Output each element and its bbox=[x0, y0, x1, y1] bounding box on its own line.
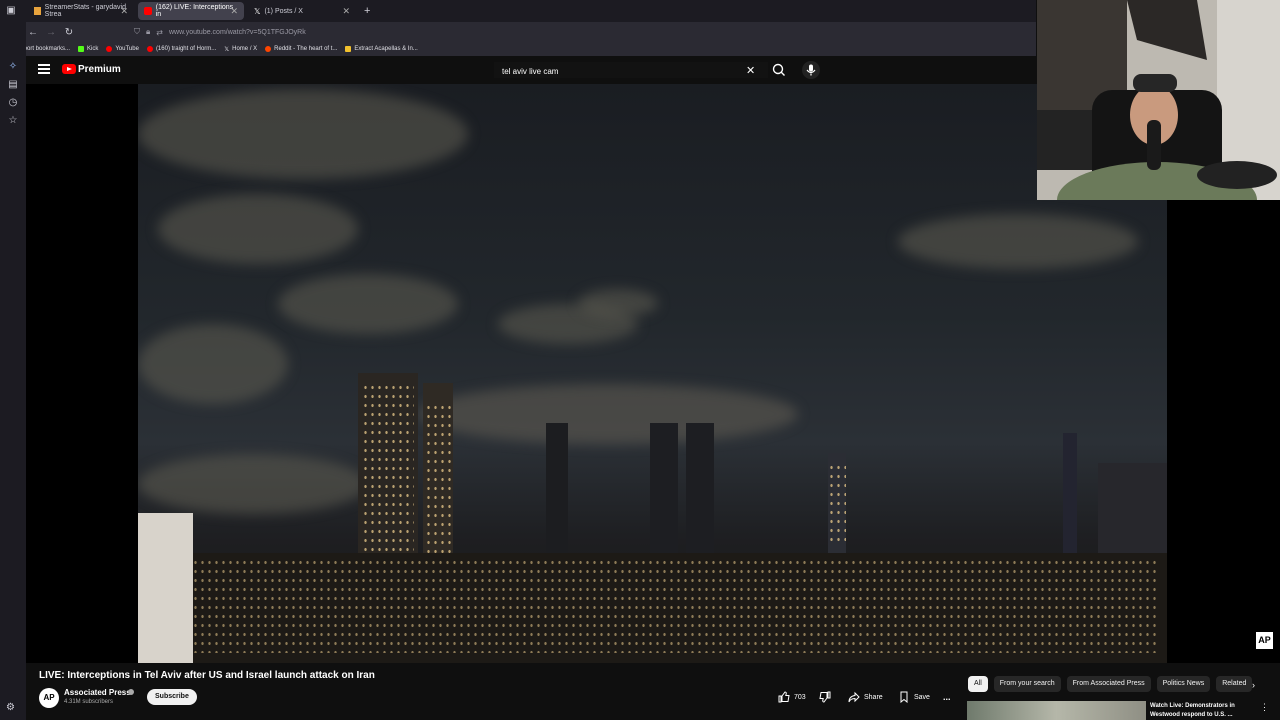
bookmark-label: Home / X bbox=[232, 46, 258, 52]
share-label: Share bbox=[864, 693, 883, 701]
bar-chart-icon bbox=[34, 7, 41, 15]
x-logo-icon: 𝕏 bbox=[224, 46, 230, 53]
search-button[interactable] bbox=[770, 61, 788, 79]
like-button[interactable]: 703 bbox=[778, 689, 806, 705]
browser-tab-bar: ▣ StreamerStats - garydavid Strea ✕ (162… bbox=[0, 0, 1036, 22]
ap-watermark-logo: AP bbox=[1256, 632, 1273, 649]
bookmark-youtube[interactable]: YouTube bbox=[106, 46, 139, 52]
channel-avatar[interactable]: AP bbox=[39, 688, 59, 708]
video-title: LIVE: Interceptions in Tel Aviv after US… bbox=[39, 670, 375, 681]
bookmark-kick[interactable]: Kick bbox=[78, 46, 98, 52]
youtube-icon bbox=[144, 7, 152, 15]
tab-label: StreamerStats - garydavid Strea bbox=[44, 4, 126, 18]
x-logo-icon: 𝕏 bbox=[254, 7, 261, 16]
bookmarks-bar: Import bookmarks... Kick YouTube (160) t… bbox=[0, 42, 1036, 56]
save-button[interactable]: Save bbox=[898, 689, 930, 705]
bookmark-youtube-video[interactable]: (160) traight of Horm... bbox=[146, 46, 217, 52]
bookmark-icon bbox=[900, 691, 908, 703]
voice-search-button[interactable] bbox=[802, 61, 820, 79]
lock-icon[interactable]: 🔒︎ bbox=[146, 27, 150, 37]
permissions-icon[interactable]: ⇄ bbox=[156, 28, 163, 37]
recommended-video-title[interactable]: Watch Live: Demonstrators in Westwood re… bbox=[1150, 702, 1250, 720]
bookmark-label: Reddit - The heart of t... bbox=[274, 46, 338, 52]
search-input[interactable] bbox=[502, 64, 732, 78]
youtube-icon bbox=[146, 46, 153, 52]
sidebar-toggle-icon[interactable]: ▣ bbox=[4, 4, 18, 18]
ai-sparkle-icon[interactable]: ✧ bbox=[6, 60, 20, 74]
bookmark-label: Kick bbox=[87, 46, 99, 52]
chip-all[interactable]: All bbox=[968, 676, 988, 692]
streamer-webcam-image bbox=[1037, 0, 1280, 200]
webcam-overlay bbox=[1037, 0, 1280, 200]
youtube-header: Premium ✕ bbox=[26, 56, 1036, 84]
folder-icon bbox=[345, 46, 352, 52]
forward-button[interactable]: → bbox=[42, 27, 60, 38]
history-icon[interactable]: ◷ bbox=[6, 96, 20, 110]
tab-label: (1) Posts / X bbox=[264, 7, 303, 15]
like-count: 703 bbox=[794, 693, 806, 701]
tab-youtube-live[interactable]: (162) LIVE: Interceptions in ✕ bbox=[138, 2, 244, 20]
subscriber-count: 4.31M subscribers bbox=[64, 699, 114, 705]
channel-name[interactable]: Associated Press bbox=[64, 688, 131, 697]
address-bar[interactable]: ⛉ 🔒︎ ⇄ www.youtube.com/watch?v=5Q1TFGJOy… bbox=[134, 25, 1034, 39]
bookmark-label: YouTube bbox=[115, 46, 139, 52]
dislike-button[interactable] bbox=[819, 689, 835, 705]
search-icon bbox=[772, 63, 785, 76]
microphone-icon bbox=[806, 64, 816, 76]
bookmark-star-icon[interactable]: ☆ bbox=[6, 114, 20, 128]
gear-icon[interactable]: ⚙ bbox=[6, 702, 15, 713]
shield-icon[interactable]: ⛉ bbox=[134, 27, 140, 37]
bookmark-x-home[interactable]: 𝕏 Home / X bbox=[224, 46, 257, 53]
tab-x-posts[interactable]: 𝕏 (1) Posts / X ✕ bbox=[248, 2, 356, 20]
chevron-right-icon[interactable]: › bbox=[1252, 680, 1255, 690]
close-icon[interactable]: ✕ bbox=[342, 6, 350, 17]
close-icon[interactable]: ✕ bbox=[230, 6, 238, 17]
reload-button[interactable]: ↻ bbox=[60, 27, 78, 38]
youtube-icon bbox=[106, 46, 113, 52]
share-button[interactable]: Share bbox=[848, 689, 883, 705]
youtube-logo-icon[interactable] bbox=[62, 64, 76, 74]
reddit-icon bbox=[265, 46, 272, 52]
bookmark-label: Extract Acapellas & In... bbox=[354, 46, 418, 52]
video-letterbox bbox=[1167, 200, 1280, 663]
kick-icon bbox=[78, 46, 85, 52]
chip-related[interactable]: Related bbox=[1216, 676, 1253, 692]
thumbs-down-icon bbox=[819, 691, 831, 703]
tab-label: (162) LIVE: Interceptions in bbox=[155, 4, 234, 18]
youtube-premium-label[interactable]: Premium bbox=[78, 64, 121, 75]
url-text[interactable]: www.youtube.com/watch?v=5Q1TFGJOyRk bbox=[169, 29, 306, 36]
bookmark-acapellas[interactable]: Extract Acapellas & In... bbox=[345, 46, 418, 52]
close-icon[interactable]: ✕ bbox=[120, 6, 128, 17]
new-tab-button[interactable]: + bbox=[364, 5, 370, 17]
tab-streamerstats[interactable]: StreamerStats - garydavid Strea ✕ bbox=[28, 2, 134, 20]
recommendation-chips: All From your search From Associated Pre… bbox=[968, 676, 1258, 692]
tabs-icon[interactable]: ▤ bbox=[6, 78, 20, 92]
clear-search-icon[interactable]: ✕ bbox=[746, 64, 755, 77]
video-info-section: LIVE: Interceptions in Tel Aviv after US… bbox=[26, 663, 1280, 720]
more-vert-icon[interactable]: ⋮ bbox=[1260, 702, 1269, 713]
bookmark-reddit[interactable]: Reddit - The heart of t... bbox=[265, 46, 337, 52]
chip-politics-news[interactable]: Politics News bbox=[1156, 676, 1211, 692]
thumbs-up-icon bbox=[778, 691, 790, 703]
verified-check-icon bbox=[128, 689, 134, 695]
bookmark-label: (160) traight of Horm... bbox=[155, 46, 217, 52]
hamburger-menu-icon[interactable] bbox=[38, 64, 50, 74]
share-arrow-icon bbox=[848, 691, 860, 703]
save-label: Save bbox=[914, 693, 930, 701]
more-actions-button[interactable]: ... bbox=[943, 689, 951, 705]
subscribe-button[interactable]: Subscribe bbox=[147, 689, 197, 705]
back-button[interactable]: ← bbox=[24, 27, 42, 38]
live-video-frame[interactable] bbox=[138, 84, 1167, 663]
chip-from-your-search[interactable]: From your search bbox=[993, 676, 1061, 692]
chip-from-associated-press[interactable]: From Associated Press bbox=[1066, 676, 1151, 692]
browser-sidebar: ✧ ▤ ◷ ☆ bbox=[0, 22, 26, 720]
search-box: ✕ bbox=[493, 61, 769, 79]
recommended-video-thumbnail[interactable] bbox=[967, 701, 1146, 720]
